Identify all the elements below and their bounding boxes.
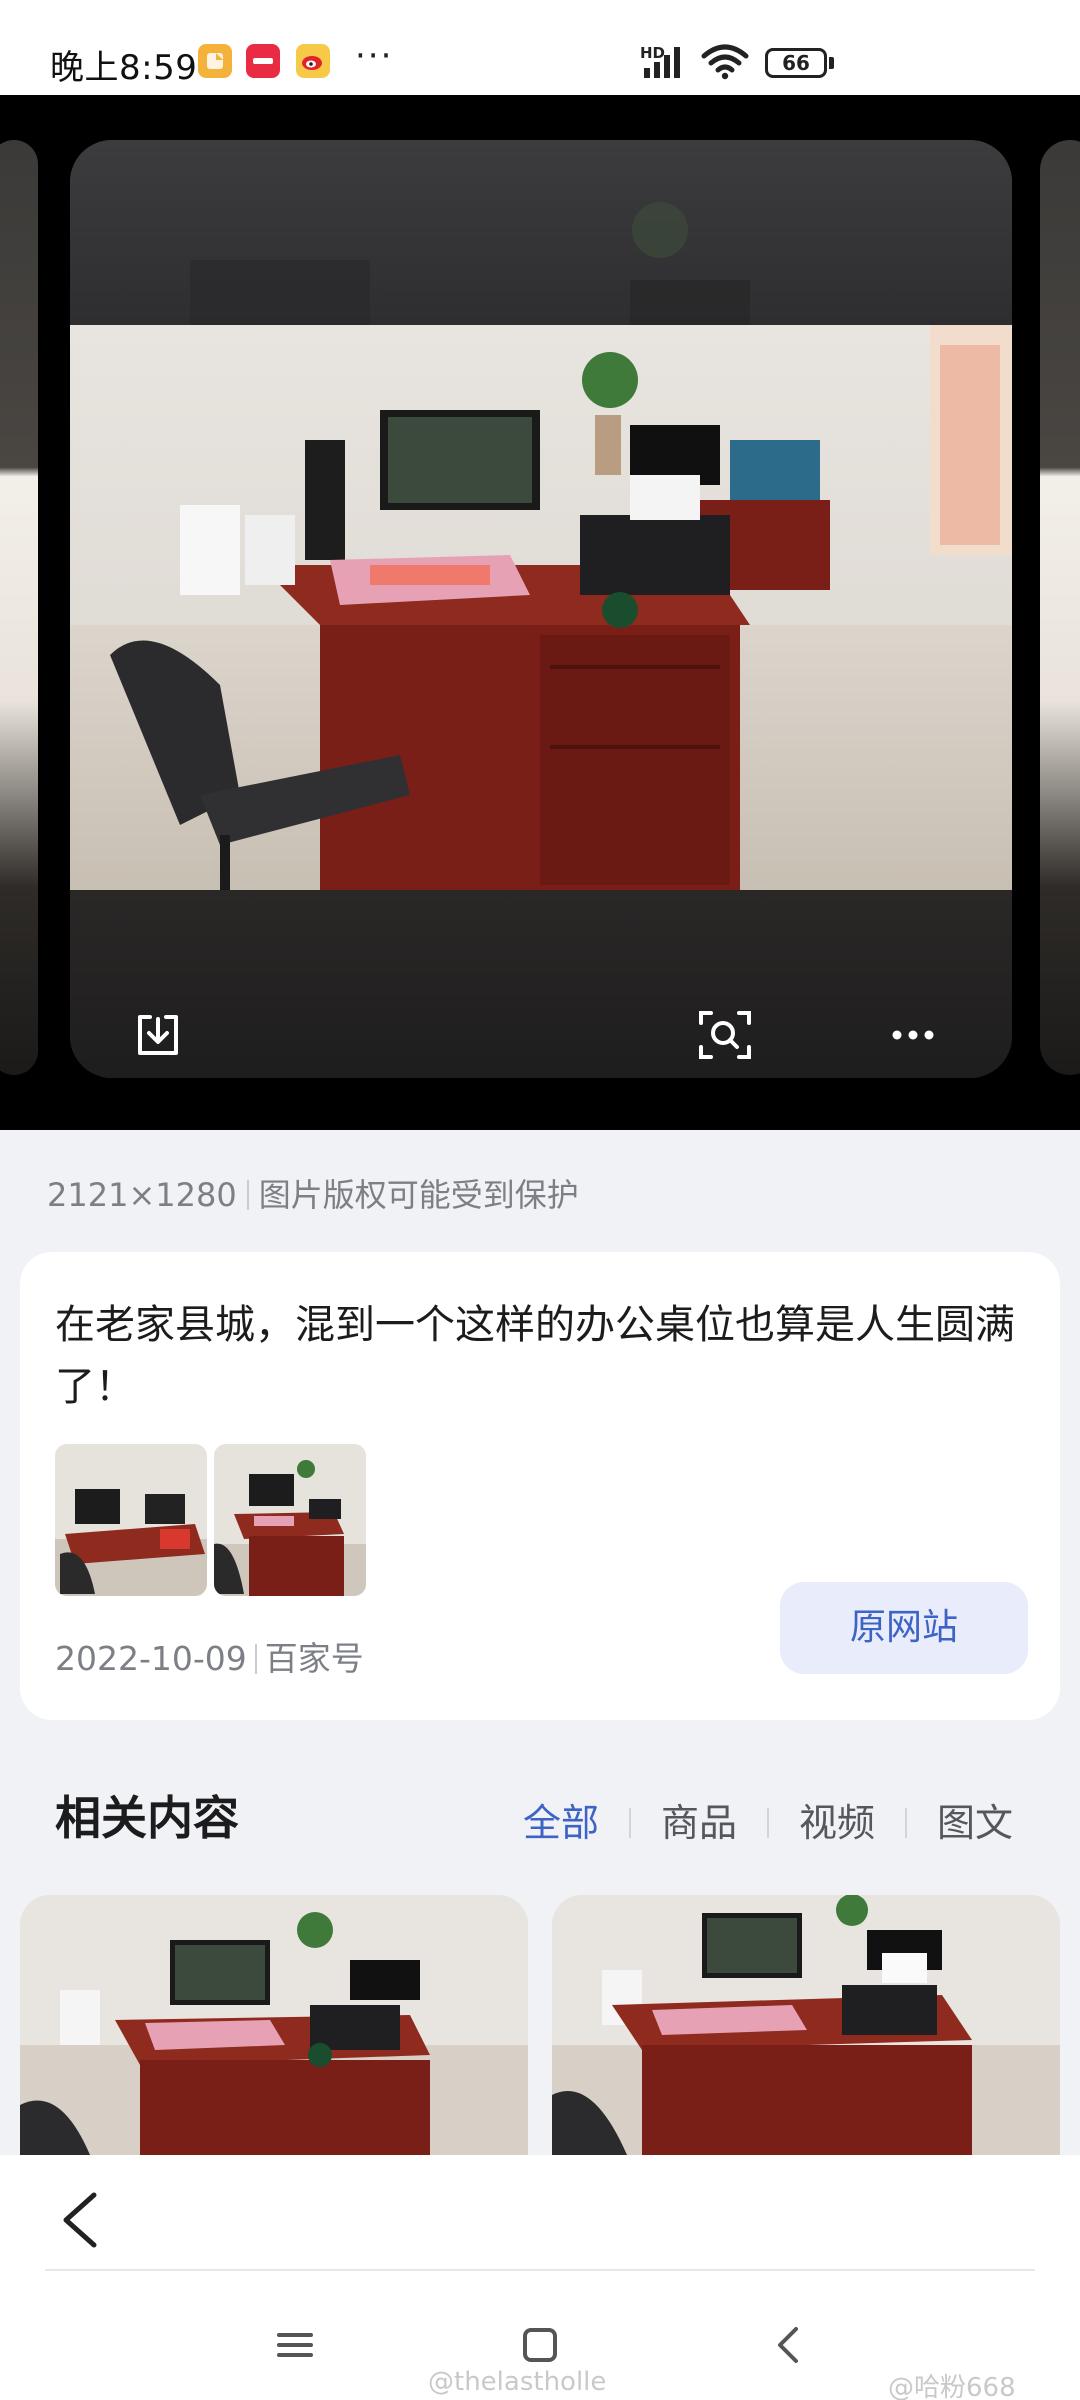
divider: [45, 2269, 1035, 2271]
related-image[interactable]: [20, 1895, 528, 2155]
filter-articles[interactable]: 图文: [937, 1792, 1013, 1847]
source-thumbnail[interactable]: [214, 1444, 366, 1596]
battery-indicator: 66: [765, 48, 827, 78]
source-thumbnail[interactable]: [55, 1444, 207, 1596]
next-image-card[interactable]: [1040, 140, 1080, 1075]
filter-separator: [766, 1808, 769, 1838]
image-blur-bottom: [70, 890, 1012, 1078]
previous-image-card[interactable]: [0, 140, 38, 1075]
image-viewer[interactable]: [0, 95, 1080, 1130]
wifi-icon: [701, 44, 749, 80]
meta-separator: [246, 1180, 249, 1210]
visual-search-icon[interactable]: [695, 1005, 755, 1065]
weibo-icon: [296, 44, 330, 78]
system-back-icon[interactable]: [760, 2315, 820, 2375]
status-overflow: ···: [355, 36, 394, 76]
current-image-card[interactable]: [70, 140, 1012, 1078]
image-meta: 2121×1280 图片版权可能受到保护: [47, 1170, 579, 1216]
battery-tip: [829, 57, 834, 69]
more-icon[interactable]: [883, 1005, 943, 1065]
filter-products[interactable]: 商品: [661, 1792, 737, 1847]
office-desk-photo: [70, 325, 1012, 890]
source-title[interactable]: 在老家县城，混到一个这样的办公桌位也算是人生圆满了！: [55, 1294, 1045, 1418]
xiaohongshu-icon: [246, 44, 280, 78]
back-arrow-icon[interactable]: [52, 2185, 112, 2255]
notes-icon: [198, 44, 232, 78]
related-title: 相关内容: [55, 1791, 239, 1845]
recent-apps-icon[interactable]: [265, 2315, 325, 2375]
image-detail-page: 晚上8:59 ··· HD 66 2121×1280 图片版权可能受到保护 在老…: [0, 0, 1080, 2400]
source-publisher: 百家号: [264, 1639, 364, 1678]
source-date: 2022-10-09: [55, 1639, 247, 1678]
watermark: @thelastholle: [428, 2367, 607, 2397]
home-icon[interactable]: [510, 2315, 570, 2375]
signal-icon: [644, 47, 680, 78]
meta-separator: [254, 1644, 257, 1674]
source-card[interactable]: 在老家县城，混到一个这样的办公桌位也算是人生圆满了！ 2022-10-09 百家…: [20, 1252, 1060, 1720]
filter-all[interactable]: 全部: [523, 1792, 599, 1847]
related-image[interactable]: [552, 1895, 1060, 2155]
source-meta: 2022-10-09 百家号: [55, 1632, 364, 1680]
copyright-note: 图片版权可能受到保护: [258, 1176, 579, 1214]
image-dimensions: 2121×1280: [47, 1176, 237, 1214]
filter-separator: [628, 1808, 631, 1838]
download-icon[interactable]: [128, 1005, 188, 1065]
image-blur-top: [70, 140, 1012, 330]
status-time: 晚上8:59: [50, 48, 198, 88]
bottom-bar: @thelastholle @哈粉668: [0, 2155, 1080, 2400]
filter-videos[interactable]: 视频: [799, 1792, 875, 1847]
filter-separator: [904, 1808, 907, 1838]
original-site-button[interactable]: 原网站: [780, 1582, 1028, 1674]
status-bar: 晚上8:59 ··· HD 66: [0, 0, 1080, 95]
related-filters: 全部 商品 视频 图文: [523, 1792, 1013, 1847]
watermark: @哈粉668: [888, 2373, 1016, 2400]
